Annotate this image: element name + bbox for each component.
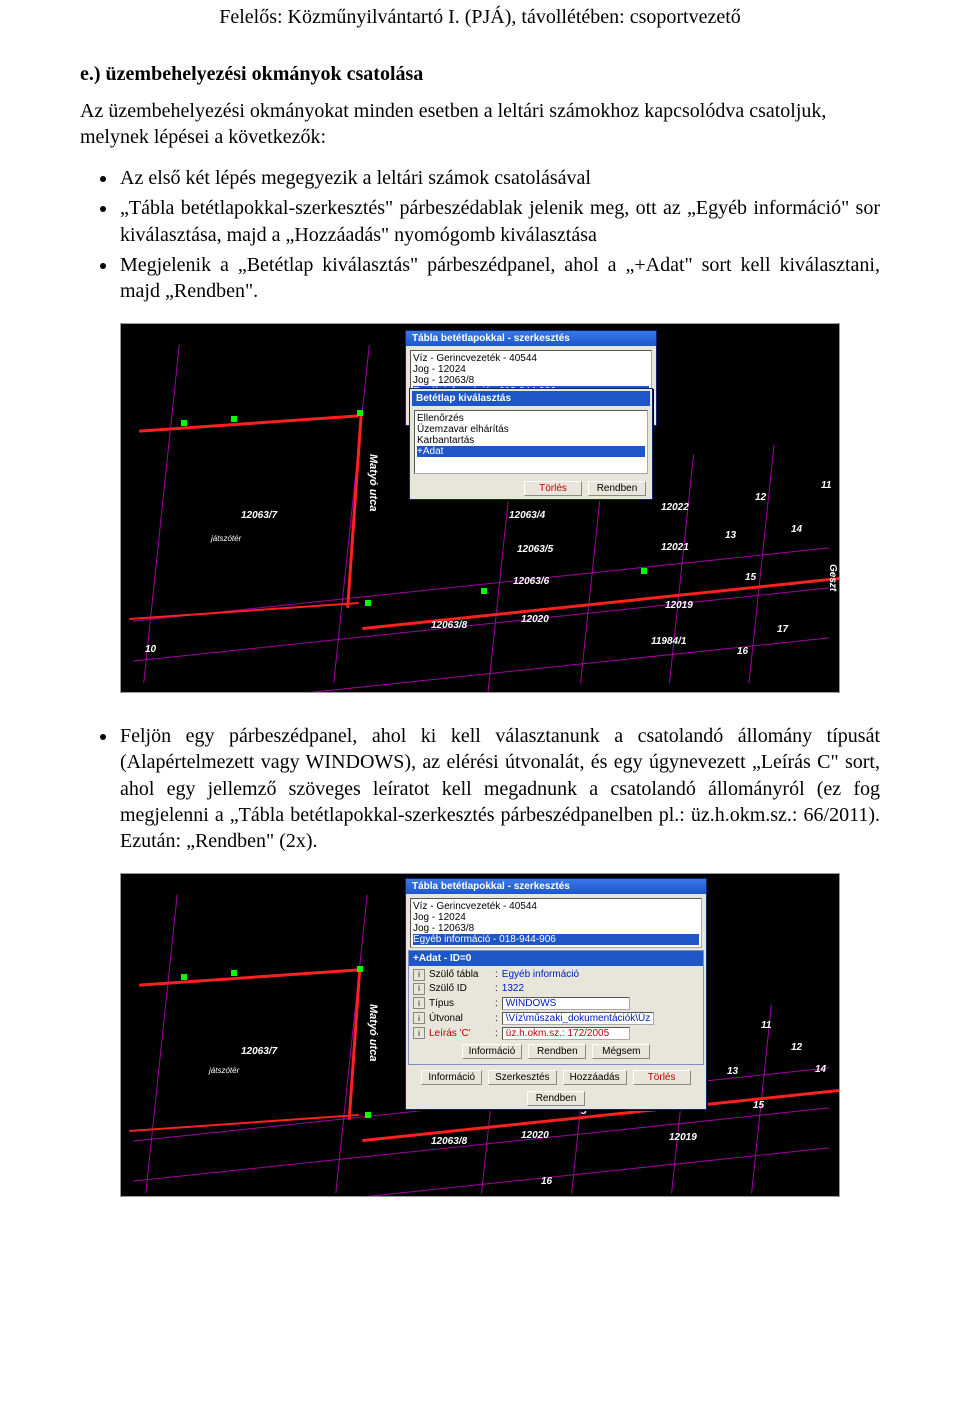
parcel-label: 12063/4	[509, 510, 545, 521]
list-item[interactable]: Jog - 12063/8	[413, 375, 649, 386]
list-item[interactable]: Jog - 12024	[413, 364, 649, 375]
parcel-label: 12020	[521, 614, 549, 625]
list-item[interactable]: Ellenőrzés	[417, 413, 645, 424]
intro-paragraph: Az üzembehelyezési okmányokat minden ese…	[80, 98, 880, 151]
parcel-label: 12	[791, 1042, 802, 1053]
parcel-label: 12063/7	[241, 510, 277, 521]
bullet-list-1: Az első két lépés megegyezik a leltári s…	[80, 165, 880, 305]
info-button[interactable]: Információ	[462, 1044, 523, 1059]
dialog-title: Tábla betétlapokkal - szerkesztés	[406, 879, 706, 894]
dialog-title: Tábla betétlapokkal - szerkesztés	[406, 331, 656, 346]
hozzaadas-button[interactable]: Hozzáadás	[563, 1070, 627, 1085]
field-input[interactable]: üz.h.okm.sz.: 172/2005	[502, 1027, 630, 1040]
parcel-label: 12020	[521, 1130, 549, 1141]
map-small-label: játszótér	[211, 534, 241, 543]
list-item[interactable]: Jog - 12063/8	[413, 923, 699, 934]
dialog-button-row: Információ Szerkesztés Hozzáadás Törlés …	[406, 1067, 706, 1109]
list-item: Az első két lépés megegyezik a leltári s…	[118, 165, 880, 191]
inner-button-row: Információ Rendben Mégsem	[409, 1041, 703, 1062]
parcel-label: 11	[761, 1020, 771, 1031]
field-label: Típus	[429, 998, 491, 1009]
list-item: Feljön egy párbeszédpanel, ahol ki kell …	[118, 723, 880, 855]
responsible-line: Felelős: Közműnyilvántartó I. (PJÁ), táv…	[80, 6, 880, 29]
parcel-label: 14	[791, 524, 802, 535]
field-row: i Leírás 'C' : üz.h.okm.sz.: 172/2005	[409, 1026, 703, 1041]
info-icon[interactable]: i	[413, 1027, 425, 1039]
street-label: Matyó utca	[367, 1004, 379, 1061]
list-item[interactable]: Víz - Gerincvezeték - 40544	[413, 353, 649, 364]
list-item-selected[interactable]: +Adat	[417, 446, 645, 457]
parcel-label: 13	[727, 1066, 738, 1077]
parcel-label: 12	[755, 492, 766, 503]
info-icon[interactable]: i	[413, 969, 425, 981]
screenshot-2: Matyó utca játszótér 12063/7 12063/8 120…	[120, 873, 840, 1197]
list-item: Megjelenik a „Betétlap kiválasztás" párb…	[118, 252, 880, 305]
rendben-button[interactable]: Rendben	[528, 1044, 586, 1059]
map-small-label: játszótér	[209, 1066, 239, 1075]
info-icon[interactable]: i	[413, 997, 425, 1009]
megsem-button[interactable]: Mégsem	[592, 1044, 650, 1059]
parcel-label: 12063/5	[517, 544, 553, 555]
subdialog-title: Betétlap kiválasztás	[412, 391, 650, 406]
list-item[interactable]: Karbantartás	[417, 435, 645, 446]
parcel-label: 16	[541, 1176, 552, 1187]
field-label: Szülő tábla	[429, 969, 491, 980]
field-label: Leírás 'C'	[429, 1028, 491, 1039]
screenshot-1: Matyó utca játszótér 12063/7 12063/8 120…	[120, 323, 840, 693]
list-item: „Tábla betétlapokkal-szerkesztés" párbes…	[118, 195, 880, 248]
inner-panel-title: +Adat - ID=0	[409, 951, 703, 966]
parcel-label: 17	[777, 624, 788, 635]
section-e-title: e.) üzembehelyezési okmányok csatolása	[80, 63, 880, 86]
parcel-label: 14	[815, 1064, 826, 1075]
parcel-label: 11	[821, 480, 831, 491]
parcel-label: 12019	[665, 600, 693, 611]
parcel-label: 10	[145, 644, 156, 655]
field-input[interactable]: \Víz\műszaki_dokumentációk\Üz	[502, 1012, 655, 1025]
field-value: 1322	[502, 983, 524, 994]
parcel-label: 12019	[669, 1132, 697, 1143]
rendben-button[interactable]: Rendben	[527, 1091, 585, 1106]
info-icon[interactable]: i	[413, 1012, 425, 1024]
dialog-list[interactable]: Víz - Gerincvezeték - 40544 Jog - 12024 …	[410, 898, 702, 948]
subdialog-list[interactable]: Ellenőrzés Üzemzavar elhárítás Karbantar…	[414, 410, 648, 474]
parcel-label: 5	[839, 386, 840, 397]
field-label: Szülő ID	[429, 983, 491, 994]
field-input[interactable]: WINDOWS	[502, 997, 630, 1010]
parcel-label: 12063/8	[431, 1136, 467, 1147]
parcel-label: 16	[737, 646, 748, 657]
rendben-button[interactable]: Rendben	[588, 481, 646, 496]
field-value: Egyéb információ	[502, 969, 579, 980]
parcel-label: 12063/6	[513, 576, 549, 587]
parcel-label: 12021	[661, 542, 689, 553]
torles-button[interactable]: Törlés	[633, 1070, 691, 1085]
field-row: i Típus : WINDOWS	[409, 996, 703, 1011]
subdialog-button-row: Törlés Rendben	[410, 478, 652, 499]
parcel-label: Geszt	[827, 564, 838, 591]
list-item[interactable]: Víz - Gerincvezeték - 40544	[413, 901, 699, 912]
field-row: i Szülő tábla : Egyéb információ	[409, 968, 703, 982]
parcel-label: 11984/1	[651, 636, 686, 647]
street-label: Matyó utca	[367, 454, 379, 511]
list-item[interactable]: Jog - 12024	[413, 912, 699, 923]
field-row: i Útvonal : \Víz\műszaki_dokumentációk\Ü…	[409, 1011, 703, 1026]
field-label: Útvonal	[429, 1013, 491, 1024]
parcel-label: 12063/7	[241, 1046, 277, 1057]
info-button[interactable]: Információ	[421, 1070, 482, 1085]
torles-button[interactable]: Törlés	[524, 481, 582, 496]
list-item-selected[interactable]: Egyéb információ - 018-944-906	[413, 934, 699, 945]
field-row: i Szülő ID : 1322	[409, 982, 703, 996]
parcel-label: 13	[725, 530, 736, 541]
parcel-label: 15	[753, 1100, 764, 1111]
parcel-label: 12022	[661, 502, 689, 513]
parcel-label: 12063/8	[431, 620, 467, 631]
szerkesztes-button[interactable]: Szerkesztés	[488, 1070, 556, 1085]
parcel-label: 15	[745, 572, 756, 583]
info-icon[interactable]: i	[413, 983, 425, 995]
bullet-list-2: Feljön egy párbeszédpanel, ahol ki kell …	[80, 723, 880, 855]
list-item[interactable]: Üzemzavar elhárítás	[417, 424, 645, 435]
